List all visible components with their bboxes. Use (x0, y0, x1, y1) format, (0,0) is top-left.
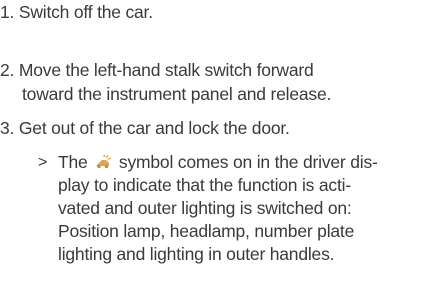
home-safe-lighting-icon (94, 153, 112, 169)
step-1-number: 1. (0, 2, 15, 22)
result-text-after-icon: symbol comes on in the driver dis- (118, 152, 378, 172)
step-2-number: 2. (0, 60, 15, 80)
step-3: 3. Get out of the car and lock the door. (0, 118, 290, 139)
result-marker: > (38, 154, 48, 171)
result-text-before-icon: The (58, 152, 88, 172)
result-line-5: lighting and lighting in outer handles. (58, 244, 334, 265)
step-2-text-line-2: toward the instrument panel and release. (22, 84, 332, 104)
step-3-number: 3. (0, 118, 15, 138)
result-line-3: vated and outer lighting is switched on: (58, 198, 352, 219)
step-1: 1. Switch off the car. (0, 2, 153, 23)
step-1-text: Switch off the car. (18, 2, 153, 22)
step-2-text-line-1: Move the left-hand stalk switch forward (18, 60, 314, 80)
result-line-2: play to indicate that the function is ac… (58, 175, 351, 196)
step-2-line-1: 2. Move the left-hand stalk switch forwa… (0, 60, 314, 81)
result-text-line-4: Position lamp, headlamp, number plate (58, 221, 355, 241)
result-text-line-5: lighting and lighting in outer handles. (58, 244, 335, 264)
result-text-line-3: vated and outer lighting is switched on: (58, 198, 352, 218)
result-line-4: Position lamp, headlamp, number plate (58, 221, 354, 242)
step-3-text: Get out of the car and lock the door. (18, 118, 290, 138)
step-2-line-2: toward the instrument panel and release. (22, 84, 331, 105)
result-line-1: The symbol comes on in the driver dis- (58, 152, 378, 173)
result-text-line-2: play to indicate that the function is ac… (58, 175, 351, 195)
